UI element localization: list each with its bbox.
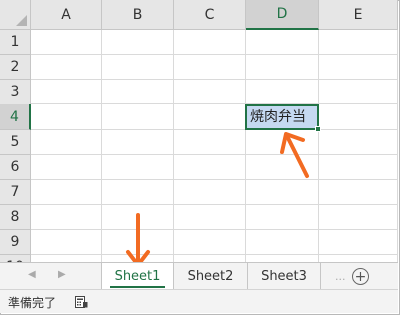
row-header-3[interactable]: 3 [0,80,31,105]
gridline [31,154,398,155]
tab-label: Sheet1 [114,269,161,284]
row-header-10[interactable]: 10 [0,255,31,262]
row-header-9[interactable]: 9 [0,230,31,255]
gridline [31,103,398,104]
gridline [173,30,174,262]
column-header-d[interactable]: D [246,0,319,30]
gridline [397,30,398,262]
tab-sheet3[interactable]: Sheet3 [248,263,321,290]
active-tab-indicator [110,286,165,288]
gridline [31,129,398,130]
status-ready-text: 準備完了 [8,296,57,310]
gridline [245,30,246,262]
row-header-8[interactable]: 8 [0,205,31,230]
column-header-c[interactable]: C [174,0,246,30]
gridline [31,79,398,80]
gridline [31,229,398,230]
gridline [101,30,102,262]
row-header-4[interactable]: 4 [0,104,31,130]
column-header-e[interactable]: E [319,0,398,30]
gridline [31,179,398,180]
tab-sheet1[interactable]: Sheet1 [101,263,174,290]
row-header-1[interactable]: 1 [0,30,31,55]
gridline [31,204,398,205]
sheet-tab-bar: ◀ ▶ Sheet1 Sheet2 Sheet3 ... + [0,262,398,290]
scroll-right-icon[interactable]: ▶ [58,269,66,280]
tab-label: Sheet2 [187,269,234,284]
gridline [31,254,398,255]
active-cell-d4[interactable]: 焼肉弁当 [245,104,319,130]
macro-record-icon[interactable] [75,296,88,308]
tab-label: Sheet3 [261,269,307,284]
row-header-7[interactable]: 7 [0,180,31,205]
row-header-2[interactable]: 2 [0,55,31,80]
status-bar: 準備完了 [0,289,398,313]
add-sheet-button[interactable]: + [352,268,369,285]
tab-overflow-dots[interactable]: ... [335,270,346,283]
gridline [318,30,319,262]
tab-sheet2[interactable]: Sheet2 [174,263,248,290]
row-header-6[interactable]: 6 [0,155,31,180]
row-header-5[interactable]: 5 [0,130,31,155]
spreadsheet-grid[interactable]: A B C D E 1 2 3 4 5 6 7 8 9 10 焼肉弁当 [0,0,398,262]
column-header-a[interactable]: A [31,0,102,30]
corner-select-all-icon [16,15,27,26]
select-all-button[interactable] [0,0,31,30]
add-sheet-icon: + [354,268,367,285]
gridline [31,54,398,55]
scroll-left-icon[interactable]: ◀ [28,269,36,280]
column-header-b[interactable]: B [102,0,174,30]
arrow-up-left-icon [280,132,309,178]
